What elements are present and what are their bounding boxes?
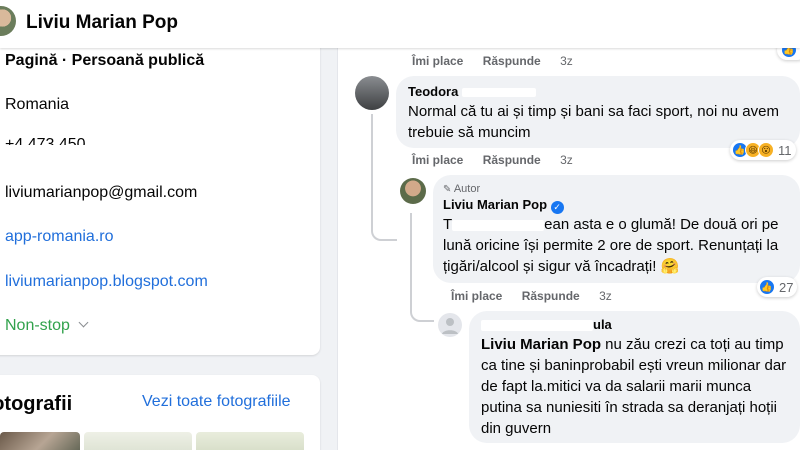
intro-phone: +4 473 450 [5, 136, 86, 145]
comment-author[interactable]: Liviu Marian Pop ✓ [443, 197, 790, 214]
like-button[interactable]: Îmi place [412, 153, 463, 167]
intro-website-2[interactable]: liviumarianpop.blogspot.com [5, 273, 208, 291]
comment-text: Tean asta e o glumă! De două ori pe lună… [443, 216, 779, 275]
page-category: Pagină · Persoană publică [5, 52, 204, 70]
intro-country: Romania [5, 96, 70, 113]
hug-emoji: 🤗 [660, 258, 680, 275]
photo-thumbnail[interactable] [196, 432, 304, 450]
pencil-icon: ✎ [443, 184, 452, 195]
chevron-down-icon [78, 317, 89, 328]
comment-author[interactable]: Teodora [408, 84, 788, 99]
comment-text: Normal că tu ai și timp și bani sa faci … [408, 103, 779, 141]
thread-connector [371, 229, 397, 241]
commenter-avatar[interactable] [438, 313, 462, 337]
author-badge: ✎ Autor [443, 183, 481, 195]
mention-link[interactable]: Liviu Marian Pop [481, 336, 601, 353]
comment-bubble: ula Liviu Marian Pop nu zău crezi ca toț… [469, 311, 800, 443]
comment-time[interactable]: 3z [560, 54, 573, 68]
comment-time[interactable]: 3z [560, 153, 573, 167]
default-avatar-icon [442, 318, 458, 334]
page-avatar[interactable] [0, 6, 16, 36]
see-all-photos-link[interactable]: Vezi toate fotografiile [142, 393, 291, 411]
thread-connector [410, 310, 434, 322]
reaction-summary[interactable]: 👍 27 [757, 277, 798, 297]
photos-card: Fotografii Vezi toate fotografiile [0, 375, 320, 450]
like-button[interactable]: Îmi place [412, 54, 463, 68]
commenter-avatar[interactable] [355, 76, 389, 110]
like-button[interactable]: Îmi place [451, 289, 502, 303]
redaction [452, 219, 545, 231]
redaction [462, 88, 537, 98]
photo-thumbnail[interactable] [84, 432, 192, 450]
reaction-count: 27 [779, 279, 794, 295]
page-title[interactable]: Liviu Marian Pop [26, 12, 178, 34]
reaction-count: 11 [778, 142, 792, 158]
comments-panel: Îmi place Răspunde 3z 👍 Teodora Normal c… [337, 40, 800, 450]
reaction-summary[interactable]: 👍 😆 😮 11 [730, 140, 796, 160]
comment-bubble: Teodora Normal că tu ai și timp și bani … [396, 76, 800, 148]
author-avatar[interactable] [400, 178, 426, 204]
photo-thumbnail[interactable] [0, 432, 80, 450]
redaction [481, 320, 593, 332]
intro-email[interactable]: liviumarianpop@gmail.com [5, 184, 197, 202]
photos-title: Fotografii [0, 393, 73, 415]
intro-card: Pagină · Persoană publică Romania +4 473… [0, 30, 320, 355]
comment-time[interactable]: 3z [599, 289, 612, 303]
reply-button[interactable]: Răspunde [522, 289, 580, 303]
page-header: Liviu Marian Pop [0, 0, 800, 48]
wow-reaction-icon: 😮 [758, 142, 774, 158]
comment-bubble: ✎ Autor Liviu Marian Pop ✓ Tean asta e o… [433, 175, 800, 283]
page-category-text: Pagină · Persoană publică [5, 52, 205, 69]
panel-divider [337, 48, 338, 450]
comment-author[interactable]: ula [481, 317, 788, 332]
intro-website-1[interactable]: app-romania.ro [5, 228, 114, 246]
comment-actions: Îmi place Răspunde 3z [412, 54, 589, 68]
comment-text: Liviu Marian Pop nu zău crezi ca toți au… [481, 336, 787, 437]
reply-button[interactable]: Răspunde [483, 54, 541, 68]
hours-label: Non-stop [5, 317, 70, 334]
comment-actions: Îmi place Răspunde 3z [451, 289, 628, 303]
comment-actions: Îmi place Răspunde 3z [412, 153, 589, 167]
like-reaction-icon: 👍 [759, 279, 775, 295]
thread-line [410, 213, 412, 311]
intro-hours[interactable]: Non-stop [5, 317, 89, 335]
reply-button[interactable]: Răspunde [483, 153, 541, 167]
verified-badge-icon: ✓ [550, 201, 564, 214]
thread-line [371, 114, 373, 229]
